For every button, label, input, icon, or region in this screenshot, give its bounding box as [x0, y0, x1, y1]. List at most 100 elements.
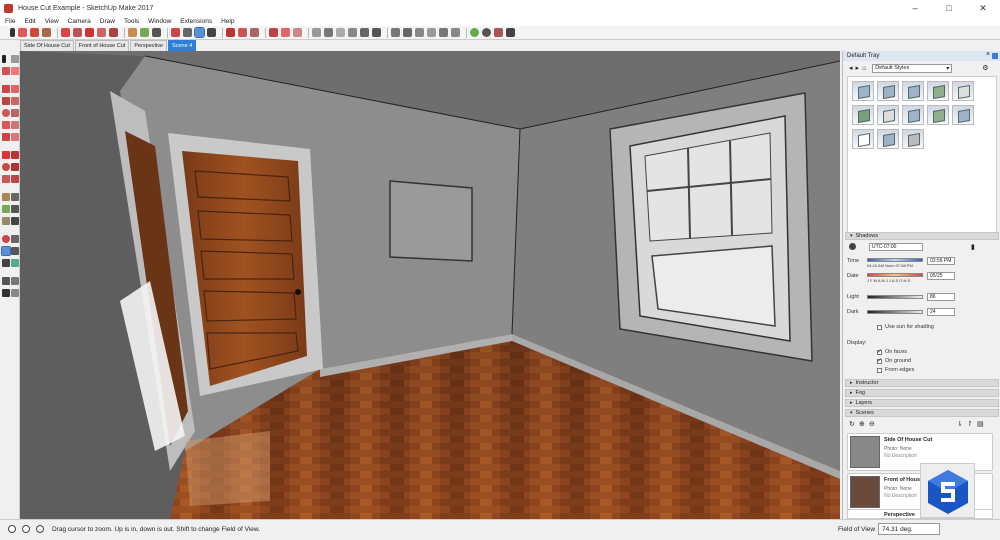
tape-tool-icon[interactable]	[2, 193, 10, 201]
scale-tool-icon[interactable]	[2, 175, 10, 183]
line-tool-icon[interactable]	[2, 85, 10, 93]
hidden-line-icon[interactable]	[348, 28, 357, 37]
remove-scene-icon[interactable]: ⊖	[869, 420, 875, 428]
lasso-tool-icon[interactable]	[11, 55, 19, 63]
previous-view-icon[interactable]	[11, 259, 19, 267]
time-slider[interactable]	[867, 258, 923, 262]
right-view-icon[interactable]	[427, 28, 436, 37]
styles-select[interactable]: Default Styles	[872, 63, 953, 73]
dark-slider[interactable]	[867, 310, 923, 314]
date-field[interactable]: 05/25	[927, 272, 955, 280]
menu-help[interactable]: Help	[221, 18, 234, 25]
style-thumbnail[interactable]	[852, 105, 874, 125]
style-thumbnail[interactable]	[852, 129, 874, 149]
tab-side-of-house-cut[interactable]: Side Of House Cut	[20, 40, 74, 51]
back-view-icon[interactable]	[439, 28, 448, 37]
look-around-icon[interactable]	[11, 277, 19, 285]
style-thumbnail[interactable]	[852, 81, 874, 101]
section-cut-icon[interactable]	[293, 28, 302, 37]
left-view-icon[interactable]	[451, 28, 460, 37]
dimension-icon[interactable]	[152, 28, 161, 37]
position-camera-icon[interactable]	[2, 277, 10, 285]
tape-measure-icon[interactable]	[128, 28, 137, 37]
xray-icon[interactable]	[312, 28, 321, 37]
forward-arrow-icon[interactable]: ▸	[856, 64, 860, 72]
back-arrow-icon[interactable]: ◂	[849, 64, 853, 72]
style-thumbnail[interactable]	[952, 105, 974, 125]
use-sun-checkbox[interactable]	[877, 325, 882, 330]
move-tool-icon[interactable]	[2, 151, 10, 159]
push-pull-tool-icon[interactable]	[11, 151, 19, 159]
follow-me-icon[interactable]	[109, 28, 118, 37]
dark-field[interactable]: 24	[927, 308, 955, 316]
light-field[interactable]: 86	[927, 293, 955, 301]
eraser-tool-icon[interactable]	[11, 67, 19, 75]
offset-tool-icon[interactable]	[11, 175, 19, 183]
refresh-scene-icon[interactable]: ↻	[849, 420, 855, 428]
move-scene-down-icon[interactable]: ⇂	[957, 420, 963, 428]
text-tool-icon[interactable]	[11, 205, 19, 213]
style-thumbnail[interactable]	[877, 81, 899, 101]
style-thumbnail[interactable]	[902, 129, 924, 149]
photo-textures-icon[interactable]	[494, 28, 503, 37]
circle-tool-icon[interactable]	[2, 109, 10, 117]
arc-tool-icon[interactable]	[2, 121, 10, 129]
layers-section-header[interactable]: Layers	[845, 399, 999, 407]
instructor-icon[interactable]	[36, 525, 44, 533]
geo-location-icon[interactable]	[470, 28, 479, 37]
select-tool-icon[interactable]	[2, 55, 6, 63]
walk-tool-icon[interactable]	[2, 289, 10, 297]
pencil-icon[interactable]	[30, 28, 39, 37]
layout-icon[interactable]	[250, 28, 259, 37]
from-edges-checkbox[interactable]	[877, 368, 882, 373]
zoom-window-icon[interactable]	[11, 247, 19, 255]
dimension-tool-icon[interactable]	[11, 193, 19, 201]
menu-view[interactable]: View	[45, 18, 59, 25]
scenes-section-header[interactable]: Scenes	[845, 409, 999, 417]
fog-section-header[interactable]: Fog	[845, 389, 999, 397]
zoom-icon[interactable]	[194, 27, 205, 38]
shadows-section-header[interactable]: Shadows	[845, 232, 999, 240]
select-icon[interactable]	[10, 28, 15, 37]
menu-edit[interactable]: Edit	[24, 18, 35, 25]
push-pull-icon[interactable]	[97, 28, 106, 37]
help-icon[interactable]	[8, 525, 16, 533]
3d-text-icon[interactable]	[11, 217, 19, 225]
freehand-tool-icon[interactable]	[11, 85, 19, 93]
geo-info-icon[interactable]	[22, 525, 30, 533]
style-thumbnail[interactable]	[877, 129, 899, 149]
axes-tool-icon[interactable]	[2, 217, 10, 225]
add-scene-icon[interactable]: ⊕	[859, 420, 865, 428]
move-scene-up-icon[interactable]: ↾	[967, 420, 973, 428]
timezone-select[interactable]: UTC-07:00	[869, 243, 923, 251]
protractor-icon[interactable]	[140, 28, 149, 37]
menu-tools[interactable]: Tools	[124, 18, 139, 25]
menu-window[interactable]: Window	[148, 18, 171, 25]
style-details-icon[interactable]: ⚙	[982, 64, 988, 72]
on-faces-checkbox[interactable]	[877, 348, 882, 355]
tray-pin-icon[interactable]	[992, 53, 998, 59]
tab-scene-4[interactable]: Scene 4	[168, 40, 197, 51]
close-button[interactable]: ✕	[966, 0, 1000, 16]
minimize-button[interactable]: –	[898, 0, 932, 16]
textured-icon[interactable]	[372, 28, 381, 37]
zoom-extents-tool-icon[interactable]	[2, 259, 10, 267]
arc-icon[interactable]	[42, 28, 51, 37]
section-tool-icon[interactable]	[11, 289, 19, 297]
style-thumbnail[interactable]	[902, 81, 924, 101]
rotated-rectangle-icon[interactable]	[11, 97, 19, 105]
shadow-settings-icon[interactable]	[849, 243, 856, 250]
back-edges-icon[interactable]	[324, 28, 333, 37]
on-ground-checkbox[interactable]	[877, 357, 882, 364]
tray-close-icon[interactable]: ×	[986, 51, 990, 58]
pan-tool-icon[interactable]	[11, 235, 19, 243]
zoom-extents-icon[interactable]	[207, 28, 216, 37]
style-thumbnail[interactable]	[927, 81, 949, 101]
section-display-icon[interactable]	[281, 28, 290, 37]
three-point-arc-icon[interactable]	[2, 133, 10, 141]
follow-me-tool-icon[interactable]	[11, 163, 19, 171]
style-thumbnail[interactable]	[902, 105, 924, 125]
style-thumbnail[interactable]	[927, 105, 949, 125]
tab-front-of-house-cut[interactable]: Front of House Cut	[74, 40, 130, 51]
view-options-icon[interactable]: ▤	[977, 420, 984, 428]
